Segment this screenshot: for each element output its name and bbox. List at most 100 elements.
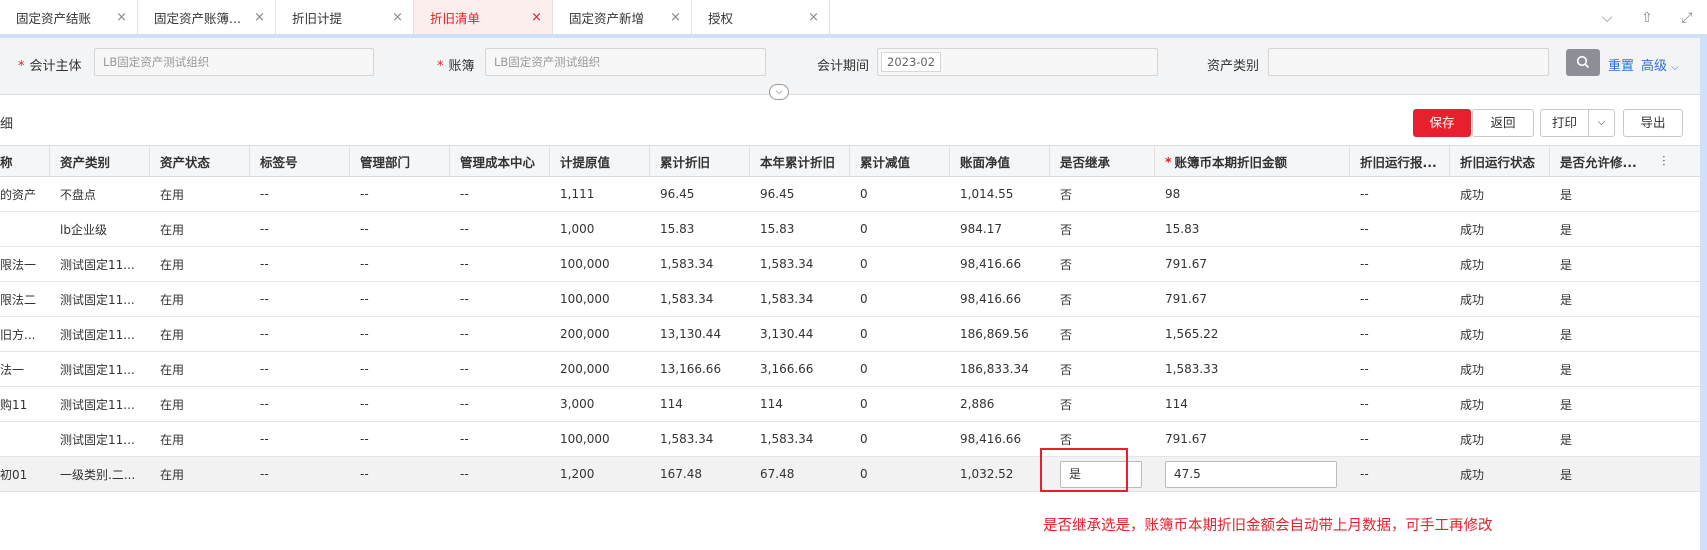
period-field[interactable]: 2023-02 bbox=[877, 48, 1158, 76]
tab-fa-closing[interactable]: 固定资产结账 × bbox=[0, 0, 138, 35]
export-button[interactable]: 导出 bbox=[1623, 109, 1683, 137]
close-icon[interactable]: × bbox=[392, 10, 403, 25]
table-row[interactable]: 初01 一级类别.二... 在用 -- -- -- 1,200 167.48 67.48 0 1,0… bbox=[0, 457, 1700, 492]
col-run-report[interactable]: 折旧运行报... bbox=[1350, 146, 1450, 176]
cell-impairment: 0 bbox=[860, 257, 868, 271]
cell-tag-no: -- bbox=[260, 467, 269, 481]
cell-accum-dep: 96.45 bbox=[660, 187, 695, 201]
cell-tag-no: -- bbox=[260, 327, 269, 341]
chevron-down-icon[interactable]: ⌵ bbox=[1587, 10, 1627, 26]
close-icon[interactable]: × bbox=[531, 10, 542, 25]
table-row[interactable]: lb企业级 在用 -- -- -- 1,000 15.83 15.83 0 984.17 否 15.8… bbox=[0, 212, 1700, 247]
save-button[interactable]: 保存 bbox=[1413, 109, 1471, 137]
cell-asset-category: 不盘点 bbox=[60, 187, 97, 202]
cell-cost-center: -- bbox=[460, 222, 469, 236]
cell-impairment: 0 bbox=[860, 222, 868, 236]
cell-asset-name: 购11 bbox=[0, 397, 28, 412]
table-row[interactable]: 测试固定11... 在用 -- -- -- 100,000 1,583.34 1,583.34… bbox=[0, 422, 1700, 457]
category-field[interactable] bbox=[1268, 48, 1549, 76]
col-tag-no[interactable]: 标签号 bbox=[250, 146, 350, 176]
cell-run-report: -- bbox=[1360, 362, 1369, 376]
col-ytd-dep[interactable]: 本年累计折旧 bbox=[750, 146, 850, 176]
search-button[interactable] bbox=[1566, 49, 1600, 76]
cell-period-dep-amount: 47.5 bbox=[1155, 457, 1350, 491]
col-asset-category[interactable]: 资产类别 bbox=[50, 146, 150, 176]
table-row[interactable]: 法一 测试固定11... 在用 -- -- -- 200,000 13,166.66 3,166… bbox=[0, 352, 1700, 387]
entity-field[interactable]: LB固定资产测试组织 bbox=[94, 48, 374, 76]
cell-net-value: 98,416.66 bbox=[960, 432, 1022, 446]
col-run-status[interactable]: 折旧运行状态 bbox=[1450, 146, 1550, 176]
cell-run-status: 成功 bbox=[1460, 292, 1485, 307]
tab-authorization[interactable]: 授权 × bbox=[692, 0, 830, 35]
cell-period-dep-amount: 791.67 bbox=[1165, 257, 1207, 271]
col-asset-name[interactable]: 称 bbox=[0, 146, 50, 176]
cell-inherit: 否 bbox=[1060, 222, 1073, 237]
col-asset-status[interactable]: 资产状态 bbox=[150, 146, 250, 176]
cell-asset-name: 限法二 bbox=[0, 292, 37, 307]
column-settings-icon[interactable]: ⫶ bbox=[1662, 154, 1666, 170]
cell-run-status: 成功 bbox=[1460, 222, 1485, 237]
table-row[interactable]: 限法一 测试固定11... 在用 -- -- -- 100,000 1,583.34 1,583… bbox=[0, 247, 1700, 282]
chevron-down-icon: ⌵ bbox=[1671, 62, 1679, 73]
required-mark: * bbox=[1165, 153, 1172, 169]
cell-net-value: 98,416.66 bbox=[960, 257, 1022, 271]
depreciation-table: 称 资产类别 资产状态 标签号 管理部门 管理成本中心 计提原值 累计折旧 本年… bbox=[0, 145, 1700, 492]
reset-button[interactable]: 重置 bbox=[1608, 55, 1634, 74]
table-header: 称 资产类别 资产状态 标签号 管理部门 管理成本中心 计提原值 累计折旧 本年… bbox=[0, 145, 1700, 177]
cell-ytd-dep: 1,583.34 bbox=[760, 432, 814, 446]
cell-allow-modify: 是 bbox=[1560, 257, 1573, 272]
cell-run-report: -- bbox=[1360, 432, 1369, 446]
cell-inherit: 否 bbox=[1060, 257, 1073, 272]
tab-fa-book[interactable]: 固定资产账簿... × bbox=[138, 0, 276, 35]
category-label: 资产类别 bbox=[1207, 59, 1260, 74]
col-inherit[interactable]: 是否继承 bbox=[1050, 146, 1155, 176]
cell-run-status: 成功 bbox=[1460, 362, 1485, 377]
back-button[interactable]: 返回 bbox=[1472, 109, 1534, 137]
tab-depreciation-list[interactable]: 折旧清单 × bbox=[414, 0, 553, 35]
cell-run-status: 成功 bbox=[1460, 257, 1485, 272]
cell-period-dep-amount: 1,583.33 bbox=[1165, 362, 1219, 376]
upload-icon[interactable]: ⇧ bbox=[1627, 10, 1667, 26]
cell-tag-no: -- bbox=[260, 222, 269, 236]
col-allow-modify[interactable]: 是否允许修... bbox=[1550, 146, 1700, 176]
cell-dept: -- bbox=[360, 467, 369, 481]
col-impairment[interactable]: 累计减值 bbox=[850, 146, 950, 176]
print-button-group: 打印 ⌵ bbox=[1540, 109, 1615, 137]
close-icon[interactable]: × bbox=[116, 10, 127, 25]
table-row[interactable]: 购11 测试固定11... 在用 -- -- -- 3,000 114 114 0 2,886 否 11… bbox=[0, 387, 1700, 422]
chevron-down-icon[interactable]: ⌵ bbox=[1589, 110, 1614, 136]
col-accum-dep[interactable]: 累计折旧 bbox=[650, 146, 750, 176]
col-dept[interactable]: 管理部门 bbox=[350, 146, 450, 176]
cell-asset-status: 在用 bbox=[160, 327, 185, 342]
cell-asset-status: 在用 bbox=[160, 362, 185, 377]
filter-bar: * 会计主体 LB固定资产测试组织 * 账簿 LB固定资产测试组织 会计期间 202… bbox=[0, 38, 1700, 95]
tab-fa-addition[interactable]: 固定资产新增 × bbox=[553, 0, 692, 35]
close-icon[interactable]: × bbox=[808, 10, 819, 25]
cell-period-dep-amount: 791.67 bbox=[1165, 432, 1207, 446]
print-button[interactable]: 打印 bbox=[1541, 110, 1589, 136]
cell-run-report: -- bbox=[1360, 397, 1369, 411]
tab-depreciation-accrual[interactable]: 折旧计提 × bbox=[276, 0, 414, 35]
col-period-dep-amount[interactable]: * 账簿币本期折旧金额 bbox=[1155, 146, 1350, 176]
col-net-value[interactable]: 账面净值 bbox=[950, 146, 1050, 176]
cell-run-status: 成功 bbox=[1460, 327, 1485, 342]
cell-asset-category: 测试固定11... bbox=[60, 397, 135, 412]
expand-icon[interactable]: ⤢ bbox=[1667, 10, 1707, 26]
col-original-value[interactable]: 计提原值 bbox=[550, 146, 650, 176]
advanced-button[interactable]: 高级 ⌵ bbox=[1641, 55, 1679, 74]
table-row[interactable]: 旧方... 测试固定11... 在用 -- -- -- 200,000 13,130.44 3,… bbox=[0, 317, 1700, 352]
period-dep-amount-input[interactable]: 47.5 bbox=[1165, 461, 1337, 488]
cell-asset-status: 在用 bbox=[160, 257, 185, 272]
collapse-toggle[interactable]: ⌵ bbox=[769, 84, 789, 100]
cell-allow-modify: 是 bbox=[1560, 397, 1573, 412]
col-cost-center[interactable]: 管理成本中心 bbox=[450, 146, 550, 176]
table-row[interactable]: 的资产 不盘点 在用 -- -- -- 1,111 96.45 96.45 0 1,014.55 否 9… bbox=[0, 177, 1700, 212]
table-body: 的资产 不盘点 在用 -- -- -- 1,111 96.45 96.45 0 1,014.55 否 9… bbox=[0, 177, 1700, 492]
cell-ytd-dep: 3,166.66 bbox=[760, 362, 814, 376]
table-row[interactable]: 限法二 测试固定11... 在用 -- -- -- 100,000 1,583.34 1,583… bbox=[0, 282, 1700, 317]
cell-allow-modify: 是 bbox=[1560, 327, 1573, 342]
cell-accum-dep: 15.83 bbox=[660, 222, 695, 236]
close-icon[interactable]: × bbox=[254, 10, 265, 25]
book-field[interactable]: LB固定资产测试组织 bbox=[485, 48, 766, 76]
close-icon[interactable]: × bbox=[670, 10, 681, 25]
